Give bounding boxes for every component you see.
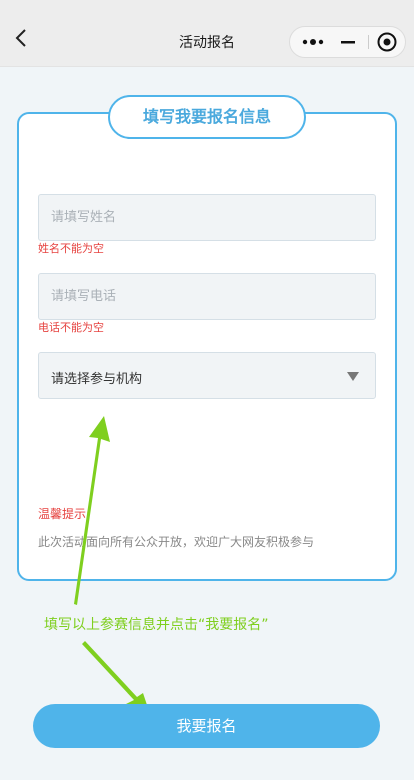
- mini-program-capsule: [289, 26, 406, 58]
- capsule-divider: [368, 35, 369, 49]
- submit-button[interactable]: 我要报名: [33, 704, 380, 748]
- close-circle-icon[interactable]: [372, 27, 402, 57]
- name-error: 姓名不能为空: [38, 242, 104, 255]
- tip-title: 温馨提示:: [38, 507, 91, 521]
- tip-text: 此次活动面向所有公众开放，欢迎广大网友积极参与: [38, 535, 315, 549]
- phone-input[interactable]: [38, 273, 376, 320]
- more-dots-icon[interactable]: [298, 27, 328, 57]
- minimize-icon[interactable]: [334, 27, 362, 57]
- instruction-annotation: 填写以上参赛信息并点击“我要报名”: [44, 617, 269, 633]
- nav-bar: 活动报名: [0, 0, 414, 67]
- name-input[interactable]: [38, 194, 376, 241]
- phone-error: 电话不能为空: [38, 321, 104, 334]
- org-select-label: 请选择参与机构: [51, 372, 143, 387]
- dropdown-arrow-icon: [347, 372, 359, 381]
- org-select[interactable]: 请选择参与机构: [38, 352, 376, 399]
- form-heading: 填写我要报名信息: [108, 95, 306, 139]
